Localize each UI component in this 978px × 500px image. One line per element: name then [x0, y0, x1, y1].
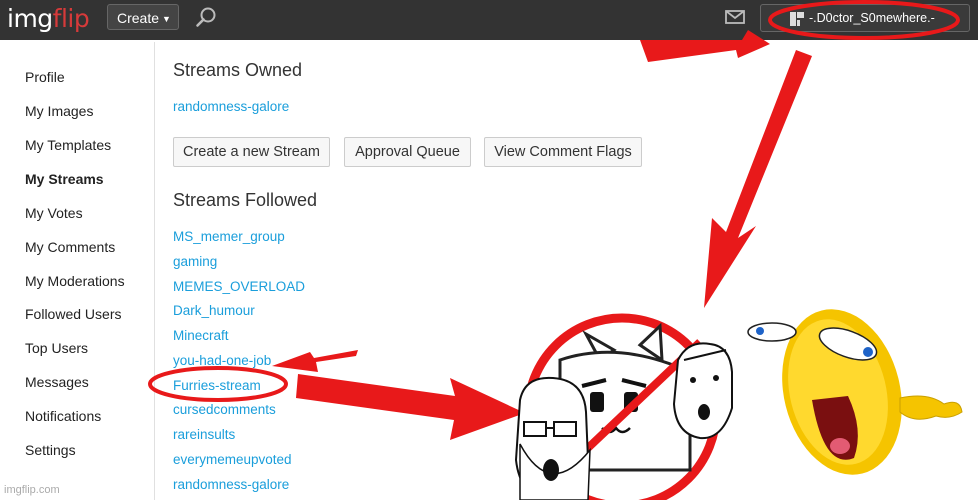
arrow-down-diagonal	[704, 50, 812, 308]
meme-annotation-overlay	[148, 0, 963, 500]
arrow-to-username	[640, 30, 770, 62]
wojak-right-sticker	[672, 342, 733, 440]
furries-highlight-circle	[148, 366, 288, 402]
wojak-left-sticker	[514, 376, 591, 500]
arrow-to-scene	[296, 374, 525, 440]
username-highlight-circle	[768, 0, 960, 40]
arrow-to-furries-small	[272, 350, 358, 372]
laughing-emoji-sticker	[747, 309, 963, 475]
